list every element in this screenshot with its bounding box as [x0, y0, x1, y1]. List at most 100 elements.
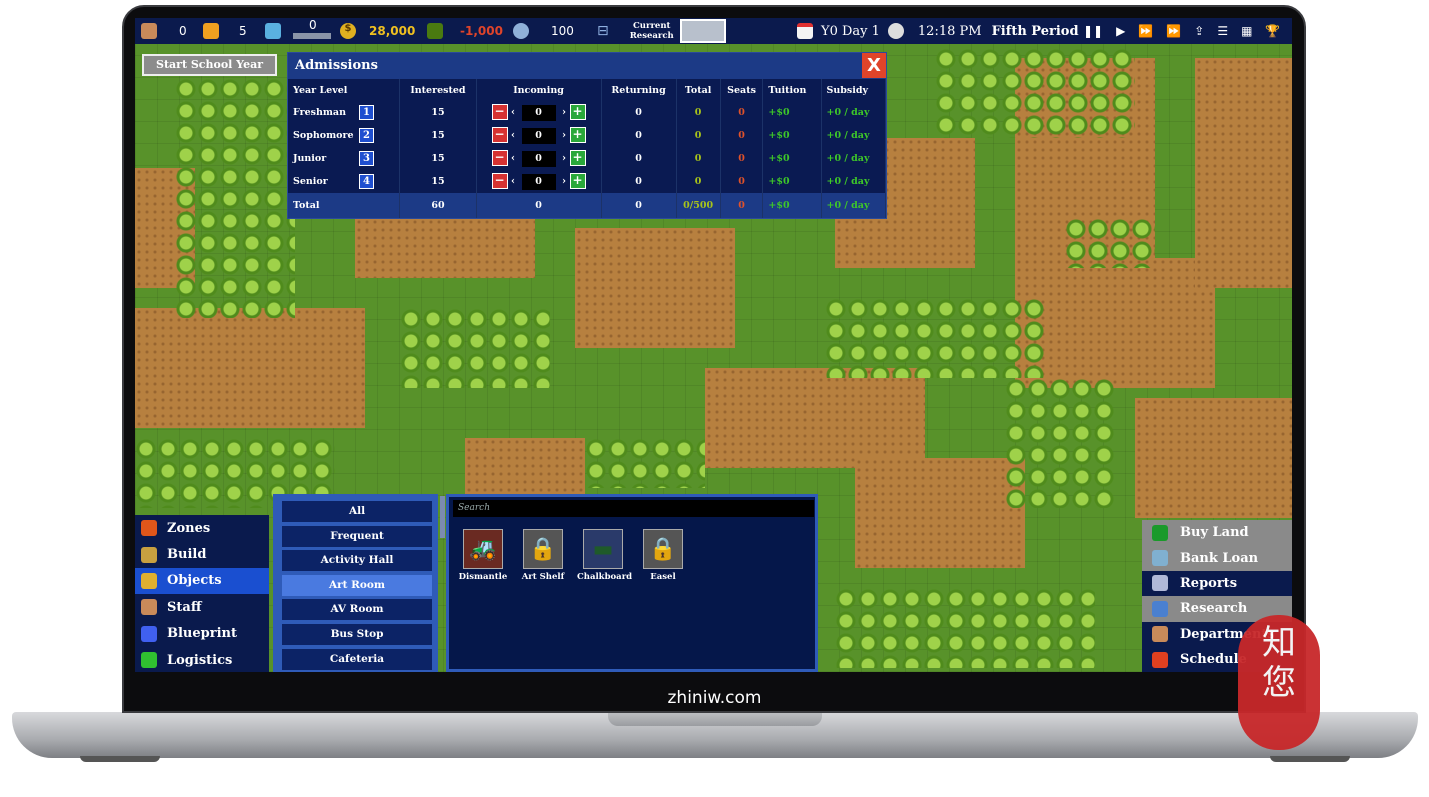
incoming-input[interactable]: 0	[521, 151, 556, 167]
category-art-room[interactable]: Art Room	[282, 574, 432, 596]
department-icon	[1152, 626, 1168, 643]
minus-icon[interactable]: −	[491, 127, 508, 143]
incoming-input[interactable]: 0	[521, 105, 556, 121]
date-time: Y0 Day 1 12:18 PM Fifth Period	[797, 18, 1079, 44]
minus-icon[interactable]: −	[491, 150, 508, 166]
year-level-label: Sophomore	[293, 130, 354, 141]
hammer-icon	[141, 546, 157, 563]
teacher-count[interactable]: 0	[141, 18, 187, 44]
year-level-cell: Senior 4	[288, 170, 401, 193]
category-cafeteria[interactable]: Cafeteria	[282, 648, 432, 670]
year-level-label: Freshman	[293, 107, 346, 118]
left-menu-item-logistics[interactable]: Logistics	[135, 647, 269, 672]
search-input[interactable]: Search	[453, 500, 814, 517]
reports-icon	[1152, 575, 1168, 592]
chevron-left-icon[interactable]: ‹	[508, 176, 519, 187]
column-header: Returning	[601, 79, 677, 101]
category-frequent[interactable]: Frequent	[282, 525, 432, 547]
research-tree-icon	[1152, 600, 1168, 617]
object-label: Chalkboard	[577, 572, 633, 582]
incoming-input[interactable]: 0	[521, 174, 556, 190]
right-menu-item-buy-land[interactable]: Buy Land	[1142, 520, 1292, 546]
profit[interactable]: -1,000	[427, 18, 503, 44]
total-seats: 0	[720, 193, 764, 218]
current-research[interactable]: ⊟ Current Research	[597, 18, 726, 44]
category-activity-hall[interactable]: Activity Hall	[282, 550, 432, 572]
dollar-icon	[1152, 524, 1168, 541]
list-icon[interactable]: ☰	[1217, 24, 1228, 38]
objects-box-icon	[141, 572, 157, 589]
reputation[interactable]: 100	[513, 18, 574, 44]
pause-icon[interactable]: ❚❚	[1083, 24, 1103, 38]
object-easel[interactable]: 🔒 Easel	[637, 529, 689, 582]
start-school-year-button[interactable]: Start School Year	[142, 54, 277, 76]
column-header: Total	[676, 79, 721, 101]
chevron-left-icon[interactable]: ‹	[508, 130, 519, 141]
object-dismantle[interactable]: 🚜 Dismantle	[457, 529, 509, 582]
category-scrollbar[interactable]	[440, 496, 445, 538]
left-menu-item-build[interactable]: Build	[135, 541, 269, 567]
year-level-cell: Junior 3	[288, 147, 401, 170]
laptop-notch	[608, 712, 822, 726]
money[interactable]: $28,000	[340, 18, 415, 44]
plus-icon[interactable]: +	[569, 127, 586, 143]
returning-cell: 0	[601, 170, 677, 193]
student-count[interactable]: 0	[265, 18, 331, 44]
plus-icon[interactable]: +	[569, 173, 586, 189]
left-menu-item-blueprint[interactable]: Blueprint	[135, 621, 269, 647]
category-bus-stop[interactable]: Bus Stop	[282, 623, 432, 645]
total-incoming: 0	[476, 193, 602, 218]
tuition-cell: +$0	[762, 147, 822, 170]
incoming-stepper[interactable]: − ‹ 0 › +	[476, 124, 602, 147]
student-icon	[265, 23, 281, 39]
schedule-icon	[1152, 651, 1168, 668]
column-header: Incoming	[476, 79, 602, 101]
play-icon[interactable]: ▶	[1116, 24, 1125, 38]
column-header: Interested	[399, 79, 477, 101]
incoming-stepper[interactable]: − ‹ 0 › +	[476, 101, 602, 124]
left-menu-item-zones[interactable]: Zones	[135, 515, 269, 541]
chevron-right-icon[interactable]: ›	[559, 130, 570, 141]
plus-icon[interactable]: +	[569, 150, 586, 166]
interested-cell: 15	[399, 170, 477, 193]
minus-icon[interactable]: −	[491, 173, 508, 189]
trophy-icon[interactable]: 🏆	[1265, 24, 1280, 38]
object-chalkboard[interactable]: ▬ Chalkboard	[577, 529, 633, 582]
column-header: Tuition	[762, 79, 822, 101]
top-bar: 0 5 0 $28,000 -1,000 100 ⊟ Current Resear…	[135, 18, 1292, 44]
keyboard-icon[interactable]: ▦	[1241, 24, 1252, 38]
plus-icon[interactable]: +	[569, 104, 586, 120]
left-menu-item-staff[interactable]: Staff	[135, 594, 269, 620]
upload-icon[interactable]: ⇪	[1194, 24, 1204, 38]
coin-icon: $	[340, 23, 356, 39]
chevron-right-icon[interactable]: ›	[559, 107, 570, 118]
chevron-left-icon[interactable]: ‹	[508, 107, 519, 118]
category-all[interactable]: All	[282, 501, 432, 522]
right-menu-label: Bank Loan	[1180, 550, 1259, 566]
teacher-count-value: 0	[179, 24, 187, 38]
subsidy-cell: +0 / day	[821, 101, 886, 124]
right-menu-item-reports[interactable]: Reports	[1142, 570, 1292, 597]
chevron-left-icon[interactable]: ‹	[508, 153, 519, 164]
incoming-stepper[interactable]: − ‹ 0 › +	[476, 170, 602, 193]
fast-forward-icon[interactable]: ⏩	[1138, 24, 1153, 38]
research-label: Current Research	[629, 21, 674, 41]
object-art-shelf[interactable]: 🔒 Art Shelf	[517, 529, 569, 582]
left-menu: Zones Build Objects Staff Blueprint Logistics	[135, 515, 269, 672]
right-menu-item-bank-loan[interactable]: Bank Loan	[1142, 545, 1292, 571]
category-av-room[interactable]: AV Room	[282, 599, 432, 621]
returning-cell: 0	[601, 101, 677, 124]
left-menu-label: Blueprint	[167, 626, 237, 642]
staff-count[interactable]: 5	[203, 18, 247, 44]
year-level-label: Senior	[293, 176, 328, 187]
incoming-input[interactable]: 0	[521, 128, 556, 144]
left-menu-item-objects[interactable]: Objects	[135, 567, 269, 595]
year-badge-icon: 2	[359, 128, 374, 143]
chevron-right-icon[interactable]: ›	[559, 176, 570, 187]
fastest-icon[interactable]: ⏩	[1166, 24, 1181, 38]
minus-icon[interactable]: −	[491, 104, 508, 120]
seats-cell: 0	[720, 124, 764, 147]
close-icon[interactable]: X	[862, 53, 886, 78]
incoming-stepper[interactable]: − ‹ 0 › +	[476, 147, 602, 170]
chevron-right-icon[interactable]: ›	[559, 153, 570, 164]
